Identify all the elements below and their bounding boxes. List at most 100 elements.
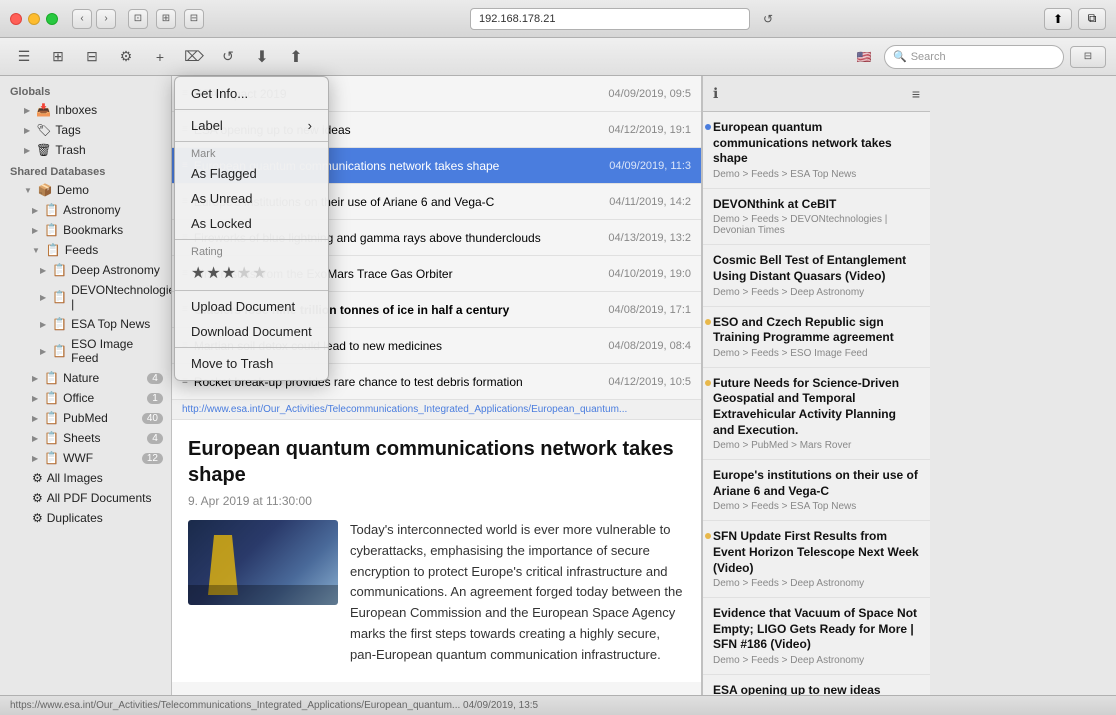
sidebar-label-astronomy: Astronomy	[63, 203, 120, 217]
window-button[interactable]: ⧉	[1078, 8, 1106, 30]
feed-item[interactable]: Evidence that Vacuum of Space Not Empty;…	[703, 598, 930, 675]
close-button[interactable]	[10, 13, 22, 25]
sync2-button[interactable]: ⬆	[282, 43, 310, 71]
info-icon[interactable]: ℹ	[713, 85, 718, 102]
sidebar-item-pubmed[interactable]: ▶ 📋 PubMed 40	[0, 408, 171, 428]
article-date: 04/13/2019, 13:2	[608, 232, 691, 244]
sidebar-item-duplicates[interactable]: ⚙ Duplicates	[0, 508, 171, 528]
ctx-stars[interactable]: ★★★★★	[175, 259, 328, 287]
arrow-icon: ▶	[40, 293, 46, 302]
sidebar-item-tags[interactable]: ▶ 🏷 Tags	[0, 120, 171, 140]
ctx-divider	[175, 109, 328, 110]
sidebar-item-esa-top-news[interactable]: ▶ 📋 ESA Top News	[0, 314, 171, 334]
bottom-bar-text: https://www.esa.int/Our_Activities/Telec…	[10, 700, 538, 711]
star-rating[interactable]: ★★★★★	[191, 265, 268, 282]
sidebar-item-all-images[interactable]: ⚙ All Images	[0, 468, 171, 488]
star-5[interactable]: ★	[252, 265, 267, 282]
smart-folder-icon: ⚙	[32, 491, 43, 505]
sidebar-item-deep-astronomy[interactable]: ▶ 📋 Deep Astronomy	[0, 260, 171, 280]
feed-item-path: Demo > Feeds > DEVONtechnologies | Devon…	[713, 214, 920, 236]
view-icon-button[interactable]: ⊞	[44, 43, 72, 71]
feed-item[interactable]: Cosmic Bell Test of Entanglement Using D…	[703, 245, 930, 306]
feed-item-title: Europe's institutions on their use of Ar…	[713, 468, 920, 499]
star-1[interactable]: ★	[191, 265, 206, 282]
feed-item-path: Demo > Feeds > Deep Astronomy	[713, 287, 920, 298]
tags-icon: 🏷	[36, 123, 51, 137]
sidebar-item-feeds[interactable]: ▼ 📋 Feeds	[0, 240, 171, 260]
toolbar: ☰ ⊞ ⊟ ⚙ + ⌦ ↺ ⬇ ⬆ 🇺🇸 🔍 Search ⊟	[0, 38, 1116, 76]
feed-item[interactable]: SFN Update First Results from Event Hori…	[703, 521, 930, 598]
sidebar-item-trash[interactable]: ▶ 🗑 Trash	[0, 140, 171, 160]
sidebar-item-inboxes[interactable]: ▶ 📥 Inboxes	[0, 100, 171, 120]
feed-item-path: Demo > PubMed > Mars Rover	[713, 440, 920, 451]
ctx-label[interactable]: Label ›	[175, 113, 328, 138]
sidebar-label-wwf: WWF	[63, 451, 93, 465]
view-toggle-button[interactable]: ⊟	[1070, 46, 1106, 68]
sidebar-show-button[interactable]: ☰	[10, 43, 38, 71]
refresh-button[interactable]: ↺	[758, 9, 778, 29]
list-icon[interactable]: ≡	[912, 86, 920, 102]
minimize-button[interactable]	[28, 13, 40, 25]
feed-item-path: Demo > Feeds > Deep Astronomy	[713, 655, 920, 666]
search-box[interactable]: 🔍 Search	[884, 45, 1064, 69]
sidebar-item-demo[interactable]: ▼ 📦 Demo	[0, 180, 171, 200]
forward-button[interactable]: ›	[96, 9, 116, 29]
folder-icon: 📋	[52, 344, 67, 358]
arrow-icon: ▶	[32, 434, 38, 443]
star-3[interactable]: ★	[222, 265, 237, 282]
sidebar-item-eso-image-feed[interactable]: ▶ 📋 ESO Image Feed	[0, 334, 171, 368]
ctx-as-flagged[interactable]: As Flagged	[175, 161, 328, 186]
feed-item[interactable]: ESO and Czech Republic sign Training Pro…	[703, 307, 930, 368]
detail-image	[188, 520, 338, 605]
settings-button[interactable]: ⚙	[112, 43, 140, 71]
article-date: 04/08/2019, 17:1	[608, 304, 691, 316]
folder-icon: 📋	[52, 317, 67, 331]
sidebar-item-office[interactable]: ▶ 📋 Office 1	[0, 388, 171, 408]
share-button[interactable]: ⬆	[1044, 8, 1072, 30]
arrow-icon: ▶	[24, 126, 30, 135]
url-bar[interactable]: 192.168.178.21	[470, 8, 750, 30]
layout-toggle1[interactable]: ⊞	[156, 9, 176, 29]
view-split-button[interactable]: ⊟	[78, 43, 106, 71]
feed-item[interactable]: Future Needs for Science-Driven Geospati…	[703, 368, 930, 460]
badge-wwf: 12	[142, 453, 163, 464]
delete-button[interactable]: ⌦	[180, 43, 208, 71]
arrow-icon: ▶	[32, 414, 38, 423]
sidebar-label-demo: Demo	[57, 183, 89, 197]
back-button[interactable]: ‹	[72, 9, 92, 29]
sync-button[interactable]: ⬇	[248, 43, 276, 71]
feed-item[interactable]: European quantum communications network …	[703, 112, 930, 189]
ctx-as-unread[interactable]: As Unread	[175, 186, 328, 211]
ctx-as-locked[interactable]: As Locked	[175, 211, 328, 236]
ctx-mark-header: Mark	[175, 145, 328, 161]
smart-folder-icon: ⚙	[32, 471, 43, 485]
sidebar-item-wwf[interactable]: ▶ 📋 WWF 12	[0, 448, 171, 468]
sidebar-item-bookmarks[interactable]: ▶ 📋 Bookmarks	[0, 220, 171, 240]
refresh-button[interactable]: ↺	[214, 43, 242, 71]
ctx-get-info[interactable]: Get Info...	[175, 81, 328, 106]
sidebar-item-nature[interactable]: ▶ 📋 Nature 4	[0, 368, 171, 388]
maximize-button[interactable]	[46, 13, 58, 25]
dot-indicator	[705, 124, 711, 130]
flag-button[interactable]: 🇺🇸	[850, 46, 878, 68]
ctx-move-trash[interactable]: Move to Trash	[175, 351, 328, 376]
sidebar-toggle[interactable]: ⊡	[128, 9, 148, 29]
sidebar-label-nature: Nature	[63, 371, 99, 385]
sidebar-item-sheets[interactable]: ▶ 📋 Sheets 4	[0, 428, 171, 448]
ctx-download[interactable]: Download Document	[175, 319, 328, 344]
layout-toggle2[interactable]: ⊟	[184, 9, 204, 29]
sidebar: Globals ▶ 📥 Inboxes ▶ 🏷 Tags ▶ 🗑 Trash S…	[0, 76, 172, 715]
ctx-upload[interactable]: Upload Document	[175, 294, 328, 319]
feed-item-title: Future Needs for Science-Driven Geospati…	[713, 376, 920, 438]
star-2[interactable]: ★	[206, 265, 221, 282]
feed-item-title: ESO and Czech Republic sign Training Pro…	[713, 315, 920, 346]
sidebar-item-all-pdf[interactable]: ⚙ All PDF Documents	[0, 488, 171, 508]
add-button[interactable]: +	[146, 43, 174, 71]
sidebar-item-astronomy[interactable]: ▶ 📋 Astronomy	[0, 200, 171, 220]
feed-item[interactable]: Europe's institutions on their use of Ar…	[703, 460, 930, 521]
feed-item[interactable]: DEVONthink at CeBIT Demo > Feeds > DEVON…	[703, 189, 930, 246]
traffic-lights	[10, 13, 58, 25]
sidebar-label-office: Office	[63, 391, 94, 405]
sidebar-item-devontech[interactable]: ▶ 📋 DEVONtechnologies |	[0, 280, 171, 314]
star-4[interactable]: ★	[237, 265, 252, 282]
